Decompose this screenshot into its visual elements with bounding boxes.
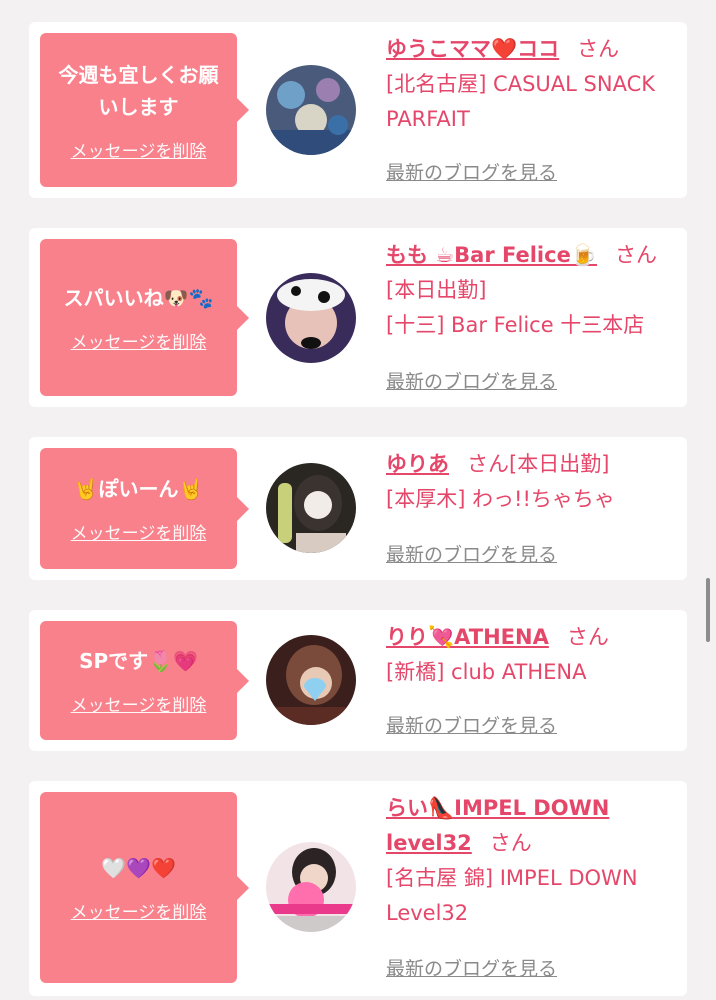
message-card: スパいいね🐶🐾 メッセージを削除 もも ☕Bar Felice🍺 さん [本日出勤]…: [29, 228, 687, 407]
shop-name: [北名古屋] CASUAL SNACK PARFAIT: [386, 72, 656, 131]
honorific: さん: [566, 625, 609, 649]
delete-message-link[interactable]: メッセージを削除: [71, 898, 207, 923]
delete-message-link[interactable]: メッセージを削除: [71, 328, 207, 353]
status-tag: [本日出勤]: [386, 278, 487, 302]
cast-name-link[interactable]: りり💘ATHENA: [386, 625, 549, 649]
message-bubble: 🤍💜❤️ メッセージを削除: [40, 792, 249, 983]
latest-blog-link[interactable]: 最新のブログを見る: [386, 954, 557, 981]
honorific: さん: [577, 37, 620, 61]
cast-name-line: もも ☕Bar Felice🍺 さん [本日出勤]: [386, 238, 666, 308]
message-card: SPです🌷💗 メッセージを削除 りり💘ATHENA さん [新橋] club AT…: [29, 610, 687, 751]
shop-name: [新橋] club ATHENA: [386, 660, 587, 684]
avatar[interactable]: [266, 842, 356, 932]
avatar[interactable]: [266, 635, 356, 725]
cast-name-link[interactable]: ゆりあ: [386, 452, 449, 476]
avatar[interactable]: [266, 65, 356, 155]
cast-info: りり💘ATHENA さん [新橋] club ATHENA: [386, 620, 666, 690]
delete-message-link[interactable]: メッセージを削除: [71, 691, 207, 716]
cast-name-link[interactable]: ゆうこママ❤️ココ: [386, 37, 559, 61]
shop-name: [十三] Bar Felice 十三本店: [386, 313, 645, 337]
message-bubble: 今週も宜しくお願いします メッセージを削除: [40, 33, 249, 187]
message-card: 今週も宜しくお願いします メッセージを削除 ゆうこママ❤️ココ さん [北名古屋]…: [29, 22, 687, 198]
avatar[interactable]: [266, 463, 356, 553]
cast-info: ゆりあ さん[本日出勤] [本厚木] わっ!!ちゃちゃ: [386, 447, 666, 517]
cast-info: もも ☕Bar Felice🍺 さん [本日出勤] [十三] Bar Felice …: [386, 238, 666, 343]
shop-name: [本厚木] わっ!!ちゃちゃ: [386, 487, 615, 511]
delete-message-link[interactable]: メッセージを削除: [71, 519, 207, 544]
bubble-message-text: 🤍💜❤️: [101, 856, 176, 880]
cast-name-line: らい👠IMPEL DOWN level32 さん: [386, 791, 666, 861]
bubble-message-text: SPです🌷💗: [79, 649, 198, 673]
scrollbar-thumb[interactable]: [706, 578, 710, 642]
cast-name-link[interactable]: もも ☕Bar Felice🍺: [386, 243, 597, 267]
bubble-message-text: 今週も宜しくお願いします: [58, 62, 219, 119]
latest-blog-link[interactable]: 最新のブログを見る: [386, 158, 557, 185]
bubble-message-text: スパいいね🐶🐾: [63, 286, 214, 310]
shop-name: [名古屋 錦] IMPEL DOWN Level32: [386, 866, 638, 925]
honorific: さん: [467, 452, 509, 476]
delete-message-link[interactable]: メッセージを削除: [71, 137, 207, 162]
message-bubble: 🤘ぽいーん🤘 メッセージを削除: [40, 448, 249, 569]
cast-info: らい👠IMPEL DOWN level32 さん [名古屋 錦] IMPEL DO…: [386, 791, 666, 931]
latest-blog-link[interactable]: 最新のブログを見る: [386, 711, 557, 738]
bubble-message-text: 🤘ぽいーん🤘: [73, 477, 204, 501]
message-card: 🤍💜❤️ メッセージを削除 らい👠IMPEL DOWN level32 さん [名…: [29, 781, 687, 996]
message-bubble: SPです🌷💗 メッセージを削除: [40, 621, 249, 740]
latest-blog-link[interactable]: 最新のブログを見る: [386, 367, 557, 394]
message-bubble: スパいいね🐶🐾 メッセージを削除: [40, 239, 249, 396]
cast-name-line: ゆりあ さん[本日出勤]: [386, 447, 666, 482]
honorific: さん: [489, 831, 532, 855]
avatar[interactable]: [266, 273, 356, 363]
latest-blog-link[interactable]: 最新のブログを見る: [386, 540, 557, 567]
cast-name-line: りり💘ATHENA さん: [386, 620, 666, 655]
cast-info: ゆうこママ❤️ココ さん [北名古屋] CASUAL SNACK PARFAIT: [386, 32, 666, 137]
message-card: 🤘ぽいーん🤘 メッセージを削除 ゆりあ さん[本日出勤] [本厚木] わっ!!ちゃ…: [29, 437, 687, 580]
status-tag: [本日出勤]: [509, 452, 610, 476]
cast-name-line: ゆうこママ❤️ココ さん: [386, 32, 666, 67]
honorific: さん: [614, 243, 657, 267]
